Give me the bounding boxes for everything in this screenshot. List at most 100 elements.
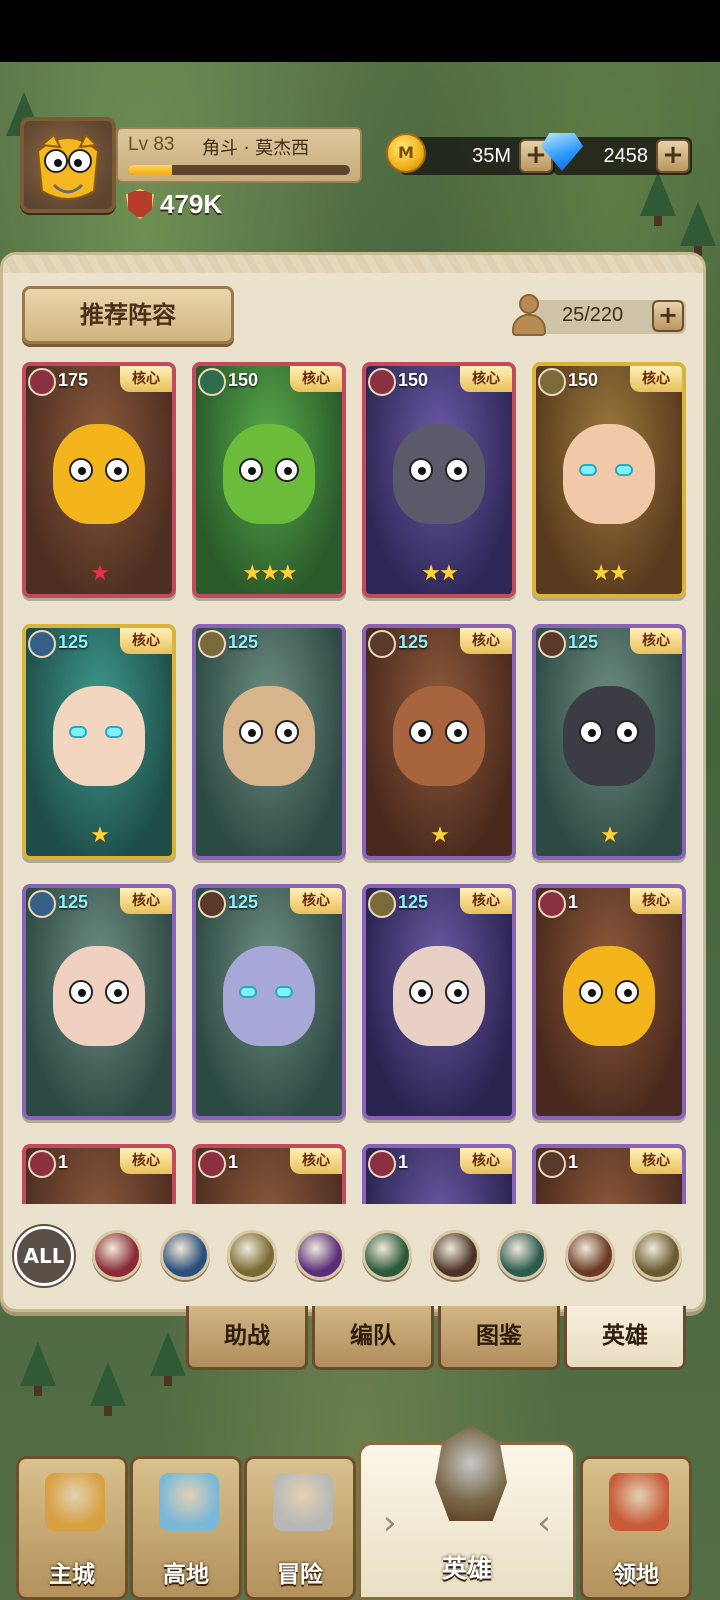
hero-level: 150 xyxy=(568,370,599,390)
healer-class-icon xyxy=(28,630,56,658)
gold-coin-icon: M xyxy=(386,133,426,173)
hero-card[interactable]: 125 核心 ★ xyxy=(362,624,516,860)
hero-card[interactable]: 175 核心 ★ xyxy=(22,362,176,598)
core-tag: 核心 xyxy=(460,628,512,654)
green-orc-portrait-icon xyxy=(223,424,315,524)
core-tag: 核心 xyxy=(460,1148,512,1174)
recommended-lineup-button[interactable]: 推荐阵容 xyxy=(22,286,234,344)
status-bar-area xyxy=(0,0,720,62)
tree-decoration xyxy=(20,1342,56,1396)
hero-card[interactable]: 125 核心 xyxy=(192,884,346,1120)
hero-card[interactable]: 125 xyxy=(192,624,346,860)
filter-staff-icon[interactable] xyxy=(159,1230,210,1280)
hero-card[interactable]: 1 核心 xyxy=(532,884,686,1120)
core-tag: 核心 xyxy=(460,888,512,914)
nav-item-territory[interactable]: 领地 xyxy=(580,1456,692,1600)
filter-shield-icon[interactable] xyxy=(92,1230,142,1280)
helmet-icon xyxy=(435,1425,507,1521)
player-name: 角斗 · 莫杰西 xyxy=(202,138,310,159)
core-tag: 核心 xyxy=(120,366,172,392)
monkey-king-portrait-icon xyxy=(393,686,485,786)
yellow-monster-portrait-icon xyxy=(53,424,145,524)
subtab-2[interactable]: 编队 xyxy=(312,1306,434,1370)
shield-class-icon xyxy=(368,1150,396,1178)
tree-decoration xyxy=(90,1362,126,1416)
hero-card[interactable]: 125 核心 ★ xyxy=(532,624,686,860)
nav-item-1[interactable]: 主城 xyxy=(16,1456,128,1600)
nav-item-label: 高地 xyxy=(163,1562,209,1588)
blonde-elf-portrait-icon xyxy=(53,686,145,786)
nav-item-2[interactable]: 高地 xyxy=(130,1456,242,1600)
hero-level: 125 xyxy=(568,632,599,652)
subtab-4[interactable]: 英雄 xyxy=(564,1306,686,1370)
nav-left-arrow-icon: › xyxy=(383,1503,397,1543)
player-avatar[interactable] xyxy=(20,117,116,213)
filter-axe-icon[interactable] xyxy=(632,1230,682,1280)
hero-card[interactable]: 125 核心 xyxy=(362,884,516,1120)
axe-class-icon xyxy=(538,368,566,396)
core-tag: 核心 xyxy=(630,1148,682,1174)
filter-paw-icon[interactable] xyxy=(429,1230,480,1280)
player-level: Lv 83 xyxy=(128,134,175,155)
hero-card[interactable]: 150 核心 ★★ xyxy=(362,362,516,598)
horned-knight-portrait-icon xyxy=(393,424,485,524)
elf-girl-portrait-icon xyxy=(563,424,655,524)
hero-card[interactable]: 1 核心 xyxy=(362,1144,516,1204)
hero-stars: ★★★ xyxy=(242,561,297,586)
hero-level: 125 xyxy=(58,632,89,652)
core-tag: 核心 xyxy=(290,888,342,914)
expand-hero-slots-button[interactable]: + xyxy=(652,300,684,332)
axe-class-icon xyxy=(368,890,396,918)
filter-bull-icon[interactable] xyxy=(564,1230,615,1280)
subtab-3[interactable]: 图鉴 xyxy=(438,1306,560,1370)
nav-item-3[interactable]: 冒险 xyxy=(244,1456,356,1600)
hero-level: 150 xyxy=(398,370,429,390)
bottom-navigation: › ‹ 英雄 主城 高地 冒险 领地 xyxy=(0,1425,720,1600)
hero-level: 1 xyxy=(228,1152,239,1172)
gem-amount: 2458 xyxy=(603,145,649,167)
hero-stars: ★★ xyxy=(421,561,458,586)
class-filter-row: ALL xyxy=(14,1222,694,1286)
gold-currency: M 35M + xyxy=(386,133,555,175)
filter-crossed-swords-icon[interactable] xyxy=(362,1230,412,1280)
add-gems-button[interactable]: + xyxy=(656,139,690,173)
shield-class-icon xyxy=(198,1150,226,1178)
hero-level: 150 xyxy=(228,370,259,390)
hero-card[interactable]: 125 核心 ★ xyxy=(22,624,176,860)
filter-skull-icon[interactable] xyxy=(294,1230,345,1280)
filter-all-button[interactable]: ALL xyxy=(14,1226,74,1286)
silver-hair-girl-portrait-icon xyxy=(393,946,485,1046)
hero-card[interactable]: 150 核心 ★★ xyxy=(532,362,686,598)
xp-bar xyxy=(128,165,350,175)
beast-class-icon xyxy=(538,1150,566,1178)
filter-wings-icon[interactable] xyxy=(227,1230,277,1280)
hero-card[interactable]: 150 核心 ★★★ xyxy=(192,362,346,598)
swords-class-icon xyxy=(198,368,226,396)
hero-grid[interactable]: 175 核心 ★ 150 核心 ★★★ 150 核心 ★★ 150 核心 ★★ 125 核心 ★ 125 125… xyxy=(16,362,696,1204)
hero-card[interactable]: 125 核心 xyxy=(22,884,176,1120)
shield-class-icon xyxy=(28,368,56,396)
hero-card[interactable]: 1 核心 xyxy=(192,1144,346,1204)
shield-class-icon xyxy=(28,1150,56,1178)
filter-bow-icon[interactable] xyxy=(497,1230,547,1280)
core-tag: 核心 xyxy=(290,1148,342,1174)
hero-level: 175 xyxy=(58,370,89,390)
beast-class-icon xyxy=(538,630,566,658)
hero-count-box: 25/220 + xyxy=(534,300,686,334)
tree-decoration xyxy=(680,202,716,256)
nav-right-arrow-icon: ‹ xyxy=(537,1503,551,1543)
power-display: 479K xyxy=(126,186,222,222)
hero-subtabs: 助战 编队 图鉴 英雄 xyxy=(186,1306,694,1370)
tree-decoration xyxy=(640,172,676,226)
crossed-swords-icon xyxy=(273,1473,333,1531)
player-name-plate[interactable]: Lv 83 角斗 · 莫杰西 xyxy=(116,127,362,183)
hero-card[interactable]: 1 核心 xyxy=(532,1144,686,1204)
subtab-1[interactable]: 助战 xyxy=(186,1306,308,1370)
yellow-monster-portrait-icon xyxy=(563,946,655,1046)
hero-card[interactable]: 1 核心 xyxy=(22,1144,176,1204)
beast-class-icon xyxy=(368,630,396,658)
dark-blob-portrait-icon xyxy=(563,686,655,786)
nav-heroes-active[interactable]: › ‹ 英雄 xyxy=(358,1425,576,1600)
axe-class-icon xyxy=(198,630,226,658)
hero-stars: ★ xyxy=(600,823,620,848)
